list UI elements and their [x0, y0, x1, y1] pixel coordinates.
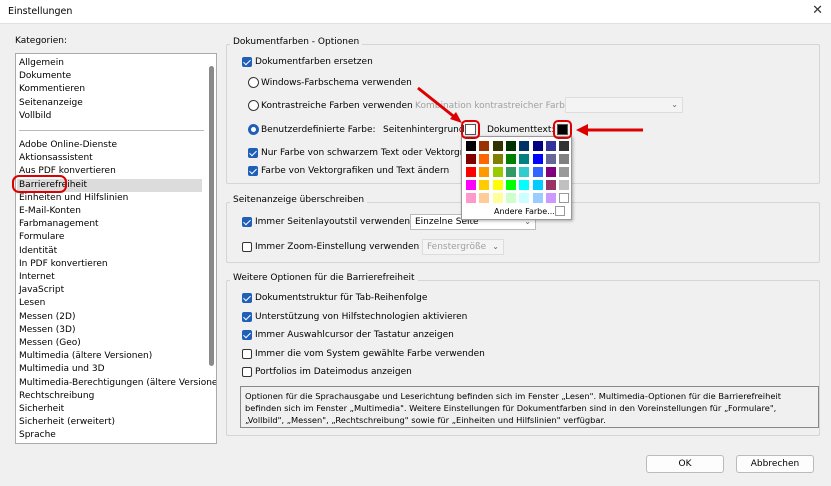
arrow-line	[417, 86, 458, 121]
arrow-head	[576, 124, 588, 136]
annotation-arrows	[417, 86, 643, 136]
highlight-ring	[12, 175, 67, 194]
